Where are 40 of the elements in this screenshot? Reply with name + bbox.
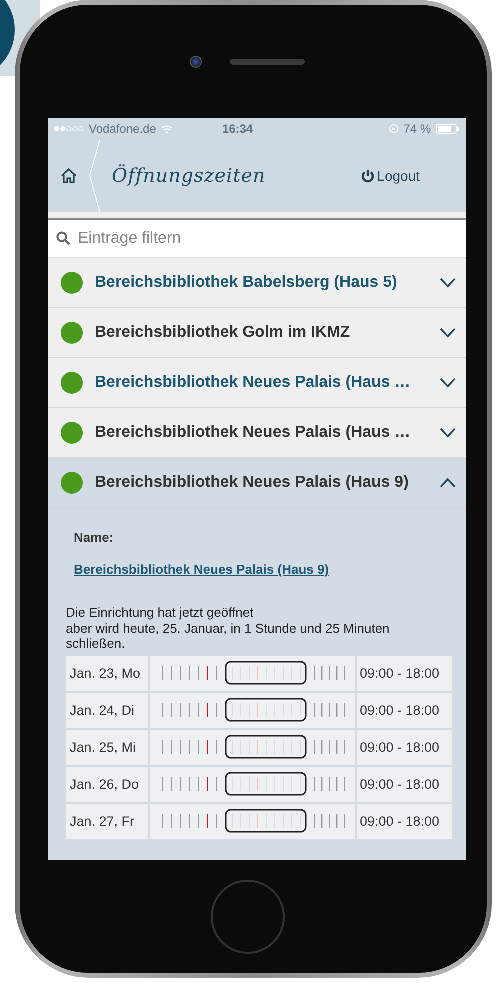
date-cell: Jan. 24, Di: [66, 692, 148, 728]
wifi-icon: [161, 124, 174, 134]
chevron-down-icon: [440, 378, 456, 388]
status-time: 16:34: [222, 122, 254, 136]
hours-cell: 09:00 - 18:00: [357, 656, 452, 691]
library-item[interactable]: Bereichsbibliothek Neues Palais (Haus 9): [48, 458, 466, 508]
library-link[interactable]: Bereichsbibliothek Neues Palais (Haus 9): [74, 562, 330, 577]
library-name: Bereichsbibliothek Neues Palais (Haus …: [95, 424, 412, 442]
chevron-down-icon: [440, 328, 456, 338]
nav-divider: [88, 140, 102, 212]
battery-icon: [436, 124, 460, 134]
page-title: Öffnungszeiten: [112, 165, 266, 187]
date-cell: Jan. 27, Fr: [66, 804, 148, 839]
hours-cell: 09:00 - 18:00: [357, 692, 452, 728]
battery-percent: 74 %: [404, 122, 431, 136]
logout-button[interactable]: Logout: [361, 164, 420, 188]
hours-cell: 09:00 - 18:00: [357, 730, 452, 765]
chevron-down-icon: [440, 428, 456, 438]
chevron-down-icon: [440, 278, 456, 288]
hours-cell: 09:00 - 18:00: [357, 766, 452, 802]
status-message: Die Einrichtung hat jetzt geöffnet aber wird heute, 25. Januar, in 1 Stunde und 25 Minuten schließen.: [66, 605, 391, 652]
library-name: Bereichsbibliothek Neues Palais (Haus 9): [95, 474, 410, 492]
chevron-up-icon: [440, 478, 456, 488]
date-cell: Jan. 26, Do: [66, 766, 148, 802]
signal-icon: [54, 126, 84, 132]
hours-cell: 09:00 - 18:00: [357, 804, 452, 839]
rotation-lock-icon: [388, 124, 399, 134]
power-icon: [361, 169, 376, 183]
library-name: Bereichsbibliothek Babelsberg (Haus 5): [95, 274, 398, 292]
date-cell: Jan. 25, Mi: [66, 730, 148, 765]
library-name: Bereichsbibliothek Golm im IKMZ: [95, 324, 352, 342]
home-icon[interactable]: [60, 167, 78, 185]
name-label: Name:: [74, 530, 115, 545]
library-name: Bereichsbibliothek Neues Palais (Haus …: [95, 374, 412, 392]
carrier-name: Vodafone.de: [89, 122, 156, 136]
speaker-icon: [230, 58, 305, 64]
search-icon: [56, 231, 71, 246]
camera-icon: [190, 56, 202, 68]
date-cell: Jan. 23, Mo: [66, 656, 148, 691]
search-field[interactable]: Einträge filtern: [48, 218, 466, 258]
